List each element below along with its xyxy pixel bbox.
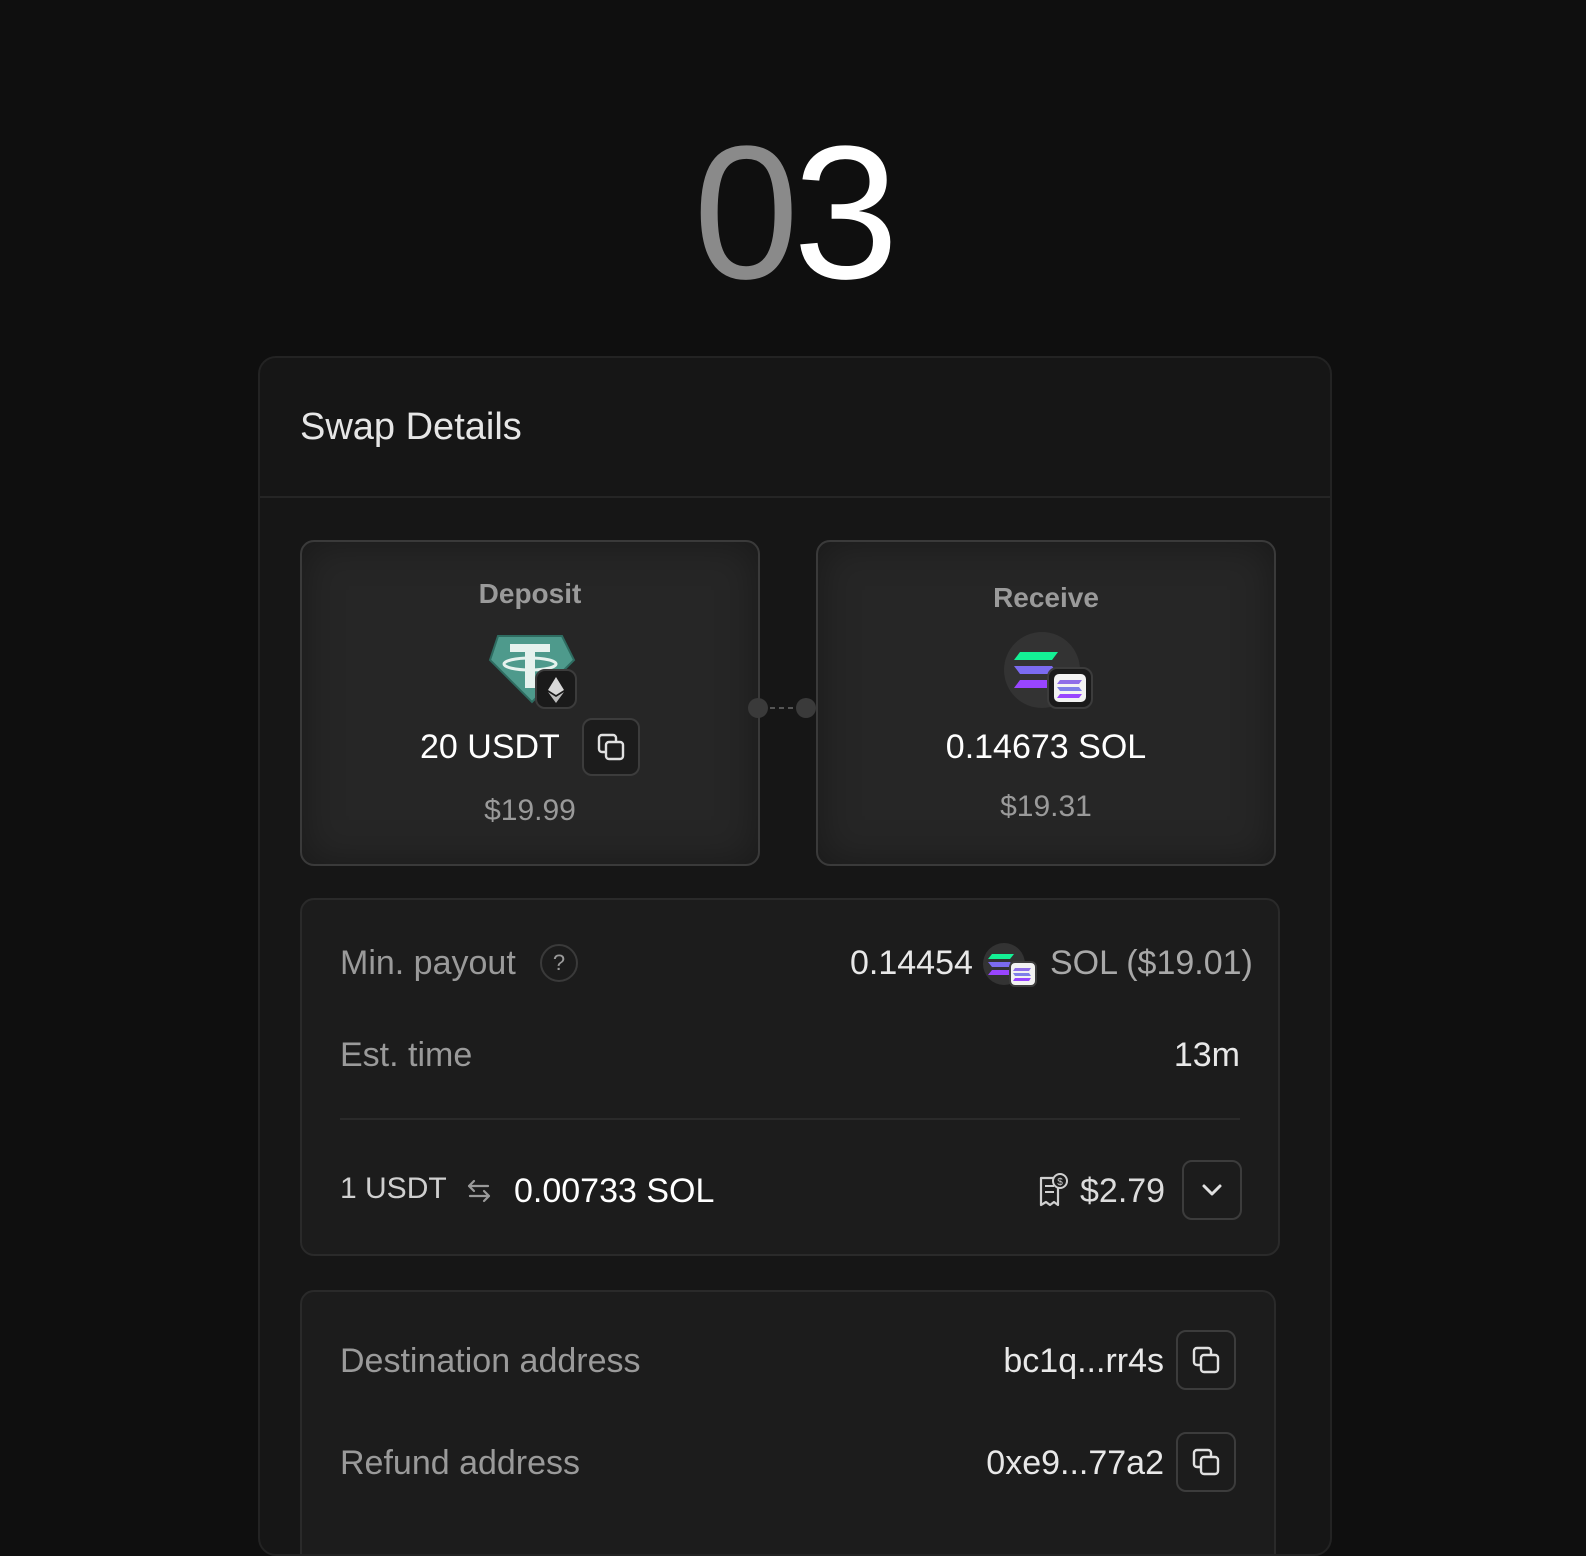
usdt-icon bbox=[488, 635, 577, 709]
receive-panel: Receive 0.14673 SOL $19.31 bbox=[816, 540, 1276, 866]
swap-details-card: Swap Details Deposit 20 USDT $19.99 Rece… bbox=[258, 356, 1332, 1556]
divider bbox=[340, 1118, 1240, 1120]
destination-address-label: Destination address bbox=[340, 1342, 641, 1380]
deposit-usd: $19.99 bbox=[484, 794, 576, 827]
copy-icon bbox=[1192, 1346, 1220, 1374]
step-digit-dim: 0 bbox=[693, 107, 799, 319]
payout-details-panel: Min. payout ? 0.14454 SOL ($19.01) Est. … bbox=[300, 898, 1280, 1256]
receive-amount: 0.14673 SOL bbox=[945, 728, 1147, 766]
refund-address-label: Refund address bbox=[340, 1444, 581, 1482]
min-payout-amount: 0.14454 bbox=[850, 944, 973, 982]
min-payout-symbol: SOL ($19.01) bbox=[1050, 944, 1253, 982]
copy-refund-button[interactable] bbox=[1176, 1432, 1236, 1492]
copy-icon bbox=[1192, 1448, 1220, 1476]
step-number: 03 bbox=[0, 118, 1586, 308]
solana-icon bbox=[1004, 632, 1093, 709]
chevron-down-icon bbox=[1202, 1184, 1222, 1196]
step-digit-bright: 3 bbox=[793, 107, 899, 319]
receipt-icon: $ bbox=[1039, 1173, 1068, 1207]
deposit-panel: Deposit 20 USDT $19.99 bbox=[300, 540, 760, 866]
est-time-label: Est. time bbox=[340, 1036, 473, 1074]
deposit-label: Deposit bbox=[478, 578, 582, 609]
addresses-panel: Destination address bc1q...rr4s Refund a… bbox=[300, 1290, 1276, 1554]
est-time-value: 13m bbox=[1173, 1036, 1240, 1074]
card-title: Swap Details bbox=[300, 406, 522, 448]
svg-text:$: $ bbox=[1057, 1177, 1063, 1188]
copy-destination-button[interactable] bbox=[1176, 1330, 1236, 1390]
swap-connector bbox=[748, 698, 816, 718]
copy-deposit-button[interactable] bbox=[582, 718, 640, 776]
fee-amount: $2.79 bbox=[1080, 1172, 1166, 1210]
expand-details-button[interactable] bbox=[1182, 1160, 1242, 1220]
destination-address-value: bc1q...rr4s bbox=[1003, 1342, 1164, 1380]
deposit-amount: 20 USDT bbox=[420, 728, 560, 766]
help-icon[interactable]: ? bbox=[540, 944, 578, 982]
card-header: Swap Details bbox=[260, 358, 1330, 498]
refund-address-value: 0xe9...77a2 bbox=[986, 1444, 1164, 1482]
rate-to: 0.00733 SOL bbox=[514, 1172, 715, 1210]
solana-icon bbox=[983, 943, 1037, 987]
rate-from: 1 USDT bbox=[340, 1172, 447, 1205]
ethereum-icon bbox=[535, 669, 577, 709]
min-payout-label: Min. payout bbox=[340, 944, 516, 982]
receive-usd: $19.31 bbox=[1000, 790, 1092, 823]
copy-icon bbox=[597, 733, 625, 761]
receive-label: Receive bbox=[993, 582, 1099, 613]
swap-arrows-icon bbox=[467, 1179, 491, 1203]
